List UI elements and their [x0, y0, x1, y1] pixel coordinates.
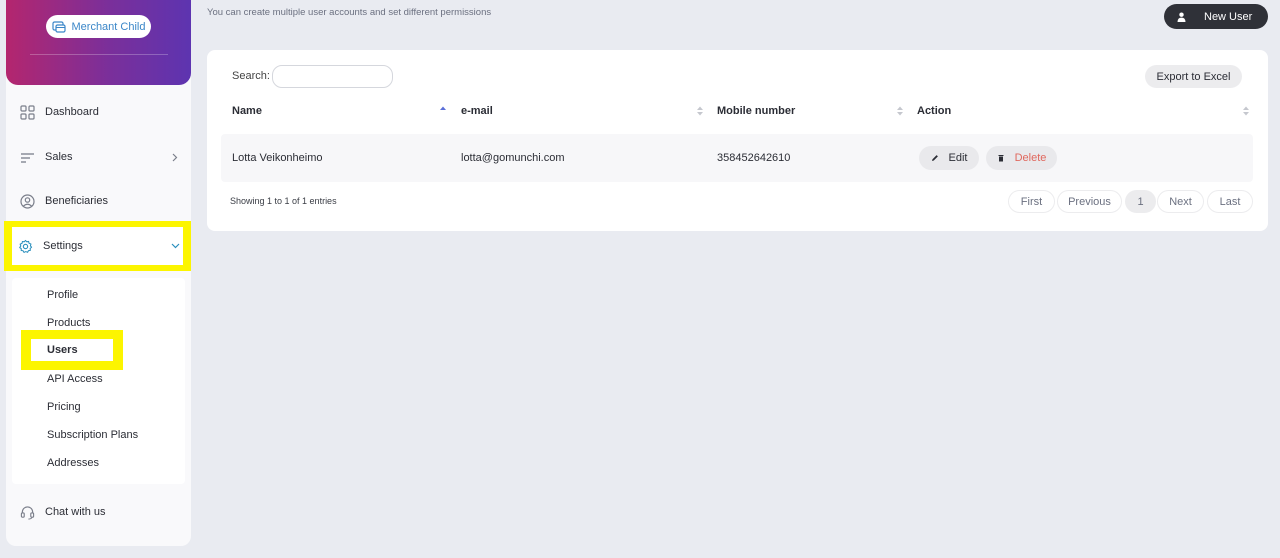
headset-icon: [20, 505, 35, 520]
submenu-item-api-access[interactable]: API Access: [47, 373, 103, 385]
table-summary: Showing 1 to 1 of 1 entries: [230, 196, 337, 206]
column-header-name[interactable]: Name: [232, 105, 262, 117]
sidebar-item-label: Sales: [45, 151, 73, 163]
trash-icon: [998, 155, 1004, 162]
search-label: Search:: [232, 70, 270, 82]
sidebar-item-dashboard[interactable]: Dashboard: [6, 90, 191, 134]
export-excel-button[interactable]: Export to Excel: [1145, 65, 1242, 88]
merchant-label: Merchant Child: [71, 20, 146, 33]
sort-icon[interactable]: [1243, 106, 1249, 116]
sidebar-item-label: Settings: [43, 240, 83, 252]
pagination-last[interactable]: Last: [1207, 190, 1253, 213]
sort-icon[interactable]: [897, 106, 903, 116]
cell-mobile: 358452642610: [717, 152, 791, 164]
user-circle-icon: [20, 193, 35, 209]
divider: [30, 54, 168, 55]
chevron-down-icon: [171, 243, 180, 249]
submenu-item-profile[interactable]: Profile: [47, 289, 78, 301]
submenu-item-addresses[interactable]: Addresses: [47, 457, 99, 469]
sort-icon[interactable]: [697, 106, 703, 116]
new-user-button[interactable]: New User: [1164, 4, 1268, 29]
page-subtitle: You can create multiple user accounts an…: [207, 7, 492, 18]
pencil-icon: [931, 155, 938, 161]
sort-asc-icon[interactable]: [440, 106, 446, 116]
chevron-right-icon: [172, 153, 178, 161]
submenu-item-pricing[interactable]: Pricing: [47, 401, 81, 413]
delete-button[interactable]: Delete: [986, 146, 1057, 170]
pagination-next[interactable]: Next: [1157, 190, 1204, 213]
sidebar-item-chat[interactable]: Chat with us: [6, 490, 191, 534]
users-table-card: Search: Export to Excel Name e-mail Mobi…: [207, 50, 1268, 231]
settings-submenu: Profile Products API Access Pricing Subs…: [12, 278, 185, 484]
edit-button[interactable]: Edit: [919, 146, 979, 170]
cell-email: lotta@gomunchi.com: [461, 152, 565, 164]
settings-highlight: Settings: [4, 221, 191, 271]
sidebar-item-label: Dashboard: [45, 106, 99, 118]
edit-label: Edit: [948, 152, 968, 164]
sidebar-item-beneficiaries[interactable]: Beneficiaries: [6, 179, 191, 223]
column-header-action[interactable]: Action: [917, 105, 951, 117]
merchant-card-icon: [51, 20, 66, 33]
pagination-first[interactable]: First: [1008, 190, 1055, 213]
search-input[interactable]: [272, 65, 393, 88]
gear-icon: [19, 239, 33, 253]
pagination-previous[interactable]: Previous: [1057, 190, 1122, 213]
users-highlight: Users: [21, 330, 123, 370]
new-user-label: New User: [1204, 10, 1253, 23]
profile-card: Merchant Child: [6, 0, 191, 85]
column-header-email[interactable]: e-mail: [461, 105, 493, 117]
pagination-page[interactable]: 1: [1125, 190, 1156, 213]
grid-icon: [20, 104, 35, 120]
submenu-item-subscription-plans[interactable]: Subscription Plans: [47, 429, 138, 441]
sidebar-item-label: Beneficiaries: [45, 195, 108, 207]
sidebar: Merchant Child Dashboard Sales Beneficia: [4, 0, 191, 546]
sidebar-item-sales[interactable]: Sales: [6, 135, 191, 179]
submenu-item-products[interactable]: Products: [47, 317, 90, 329]
sidebar-item-label: Chat with us: [45, 506, 106, 518]
submenu-item-users[interactable]: Users: [31, 339, 113, 361]
sidebar-item-settings[interactable]: Settings: [12, 227, 183, 265]
list-icon: [21, 152, 34, 163]
merchant-badge[interactable]: Merchant Child: [46, 15, 151, 38]
user-icon: [1177, 12, 1186, 22]
delete-label: Delete: [1014, 152, 1047, 164]
column-header-mobile[interactable]: Mobile number: [717, 105, 795, 117]
cell-name: Lotta Veikonheimo: [232, 152, 323, 164]
